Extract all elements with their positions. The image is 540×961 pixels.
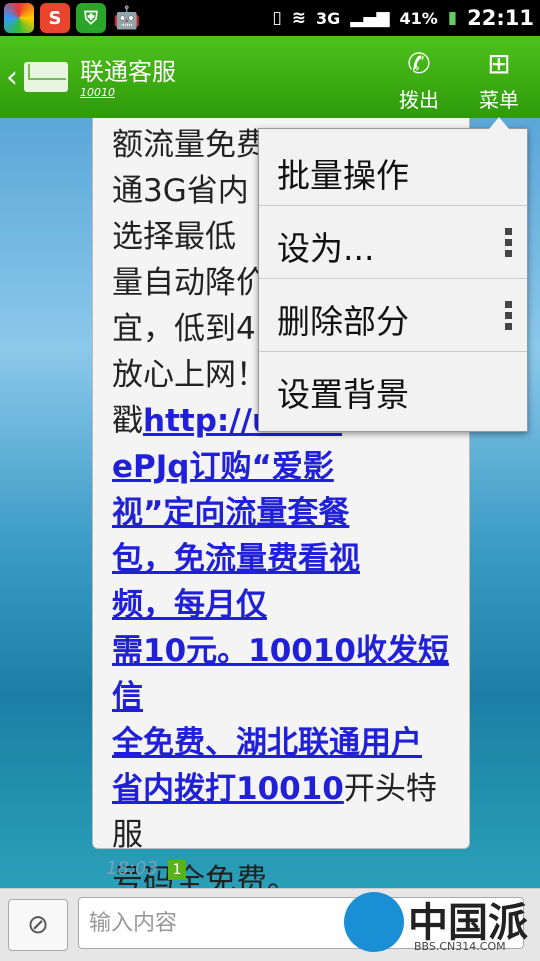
- envelope-icon: [24, 62, 68, 92]
- contact-name: 联通客服: [80, 58, 176, 86]
- battery-percent: 41%: [399, 8, 438, 28]
- contact-number[interactable]: 10010: [80, 86, 115, 99]
- status-bar: S ⛨ 🤖 ▯ ≋ 3G ▂▄▆ 41% ▮ 22:11: [0, 0, 540, 36]
- sogou-icon: S: [40, 3, 70, 33]
- paperclip-icon: ⊘: [27, 910, 49, 940]
- menu-label: 菜单: [479, 88, 519, 112]
- watermark-logo: [344, 892, 404, 952]
- notification-icons: S ⛨ 🤖: [4, 2, 142, 34]
- menu-item-delete-part[interactable]: 删除部分: [259, 279, 527, 352]
- watermark: 中国派 BBS.CN314.COM: [340, 888, 540, 960]
- menu-button[interactable]: ⊞ 菜单: [464, 44, 534, 114]
- conversation-header: ‹ 联通客服 10010 ✆ 拨出 ⊞ 菜单: [0, 36, 540, 118]
- message-link-line[interactable]: 频，每月仅: [112, 582, 462, 628]
- message-link-line[interactable]: 需10元。10010收发短信: [112, 628, 462, 720]
- menu-item-label: 设为...: [277, 229, 375, 268]
- menu-item-label: 删除部分: [277, 302, 409, 341]
- call-label: 拨出: [399, 88, 439, 112]
- message-link-line[interactable]: 省内拨打10010: [112, 771, 344, 807]
- menu-item-label: 批量操作: [277, 156, 409, 195]
- menu-item-set-background[interactable]: 设置背景: [259, 352, 527, 424]
- popup-menu: 批量操作 设为... 删除部分 设置背景: [258, 117, 528, 432]
- menu-item-set-as[interactable]: 设为...: [259, 206, 527, 279]
- app-store-icon: [4, 3, 34, 33]
- system-icons: ▯ ≋ 3G ▂▄▆ 41% ▮ 22:11: [272, 0, 534, 36]
- submenu-icon: [505, 301, 513, 334]
- sim-badge: 1: [168, 860, 186, 880]
- battery-icon: ▮: [447, 8, 458, 28]
- call-button[interactable]: ✆ 拨出: [384, 44, 454, 114]
- message-link-line[interactable]: 包，免流量费看视: [112, 536, 462, 582]
- wifi-icon: ≋: [291, 8, 306, 28]
- message-line: 省内拨打10010开头特服: [112, 766, 462, 858]
- attach-button[interactable]: ⊘: [8, 899, 68, 951]
- back-icon[interactable]: ‹: [6, 60, 18, 95]
- message-link-line[interactable]: 全免费、湖北联通用户: [112, 720, 462, 766]
- menu-item-label: 设置背景: [277, 375, 409, 414]
- network-type: 3G: [315, 8, 341, 28]
- watermark-url: BBS.CN314.COM: [414, 940, 506, 953]
- message-link-line[interactable]: ePJq订购“爱影: [112, 444, 462, 490]
- android-icon: 🤖: [113, 5, 141, 31]
- message-link-line[interactable]: 视”定向流量套餐: [112, 490, 462, 536]
- phone-icon: ✆: [407, 47, 431, 80]
- grid-menu-icon: ⊞: [487, 47, 511, 80]
- message-timestamp: 18:03: [106, 858, 158, 879]
- submenu-icon: [505, 228, 513, 261]
- vibrate-icon: ▯: [272, 8, 282, 28]
- security-icon: ⛨: [76, 3, 106, 33]
- message-line-text: 戳: [112, 403, 143, 439]
- menu-item-batch[interactable]: 批量操作: [259, 133, 527, 206]
- clock: 22:11: [467, 6, 534, 30]
- signal-icon: ▂▄▆: [350, 8, 390, 28]
